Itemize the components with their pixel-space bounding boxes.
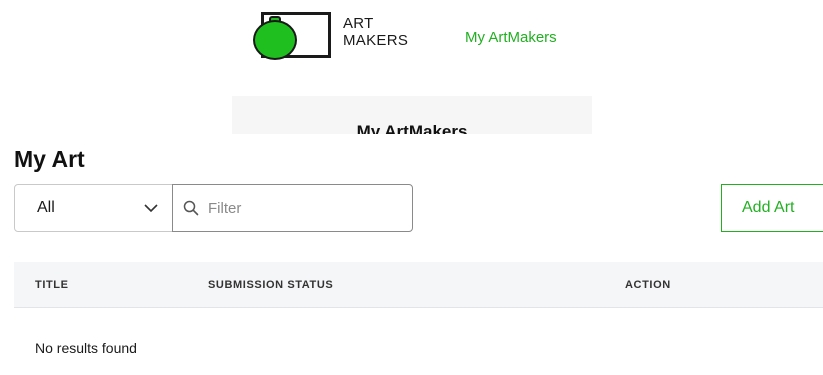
status-select-value: All xyxy=(37,199,55,216)
page-banner: My ArtMakers xyxy=(232,96,592,134)
search-icon xyxy=(183,200,199,216)
logo-jar-icon xyxy=(253,20,297,60)
nav-link-my-artmakers[interactable]: My ArtMakers xyxy=(465,29,557,46)
artmakers-logo[interactable] xyxy=(251,10,333,60)
add-art-button[interactable]: Add Art xyxy=(721,184,823,232)
empty-state-message: No results found xyxy=(35,340,137,356)
table-header: TITLE SUBMISSION STATUS ACTION xyxy=(14,262,823,308)
brand-line-1: ART xyxy=(343,15,374,32)
brand-wordmark[interactable]: ART MAKERS xyxy=(343,15,408,49)
brand-line-2: MAKERS xyxy=(343,32,409,49)
column-header-title[interactable]: TITLE xyxy=(35,279,69,291)
column-header-action: ACTION xyxy=(625,279,671,291)
chevron-down-icon xyxy=(144,204,158,213)
column-header-submission-status[interactable]: SUBMISSION STATUS xyxy=(208,279,333,291)
filter-field[interactable] xyxy=(172,184,413,232)
status-select[interactable]: All xyxy=(14,184,173,232)
banner-title: My ArtMakers xyxy=(356,122,468,134)
page: ART MAKERS My ArtMakers My ArtMakers My … xyxy=(0,0,823,375)
page-title: My Art xyxy=(14,146,85,172)
filter-input[interactable] xyxy=(208,199,398,217)
